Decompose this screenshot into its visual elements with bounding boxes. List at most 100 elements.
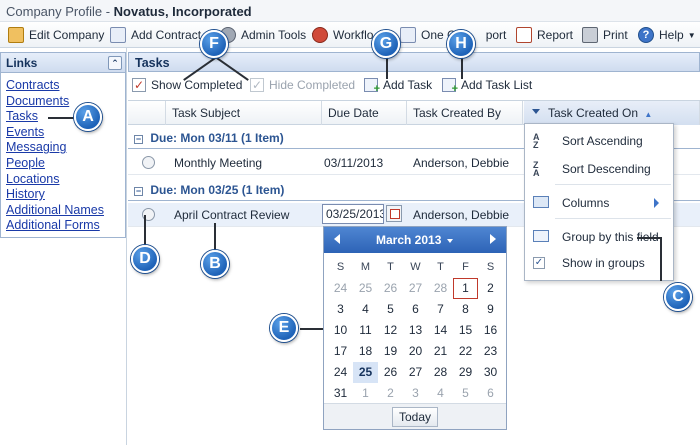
weekday-header: S	[336, 261, 345, 273]
calendar-day[interactable]: 5	[378, 299, 403, 320]
calendar-day[interactable]: 31	[328, 383, 353, 404]
window-title-prefix: Company Profile -	[6, 4, 114, 19]
menu-item-columns[interactable]: Columns	[525, 190, 673, 216]
help-label: Help	[659, 28, 684, 42]
link-history[interactable]: History	[6, 187, 120, 203]
month-selector[interactable]: March 2013	[376, 233, 454, 247]
previous-month-icon[interactable]	[334, 234, 340, 244]
report-button[interactable]: Report	[510, 24, 579, 46]
calendar-day[interactable]: 28	[428, 278, 453, 299]
link-events[interactable]: Events	[6, 125, 120, 141]
task-subject-cell: Monthly Meeting	[174, 156, 263, 170]
calendar-day[interactable]: 22	[453, 341, 478, 362]
calendar-day[interactable]: 1	[353, 383, 378, 404]
add-task-label: Add Task	[383, 78, 433, 92]
task-status-icon[interactable]	[142, 156, 155, 169]
calendar-day[interactable]: 4	[428, 383, 453, 404]
today-button[interactable]: Today	[392, 407, 438, 427]
calendar-day[interactable]: 2	[378, 383, 403, 404]
link-locations[interactable]: Locations	[6, 172, 120, 188]
calendar-day[interactable]: 1	[453, 278, 478, 299]
calendar-day[interactable]: 26	[378, 278, 403, 299]
calendar-day[interactable]: 5	[453, 383, 478, 404]
column-header-due-date[interactable]: Due Date	[322, 101, 407, 125]
callout-line	[214, 223, 216, 251]
calendar-day[interactable]: 10	[328, 320, 353, 341]
panel-divider[interactable]	[126, 48, 127, 445]
add-task-button[interactable]: Add Task	[364, 78, 433, 95]
column-header-created-by[interactable]: Task Created By	[407, 101, 523, 125]
month-label: March 2013	[376, 233, 442, 247]
calendar-day[interactable]: 12	[378, 320, 403, 341]
next-month-icon[interactable]	[490, 234, 496, 244]
calendar-day[interactable]: 15	[453, 320, 478, 341]
calendar-day[interactable]: 2	[478, 278, 503, 299]
add-contract-button[interactable]: Add Contract	[104, 24, 207, 46]
calendar-day[interactable]: 25	[353, 278, 378, 299]
workflow-button[interactable]: Workflo	[306, 24, 379, 46]
calendar-day[interactable]: 9	[478, 299, 503, 320]
tasks-title: Tasks	[135, 56, 170, 70]
link-documents[interactable]: Documents	[6, 94, 120, 110]
add-task-list-button[interactable]: Add Task List	[442, 78, 532, 95]
calendar-day[interactable]: 3	[328, 299, 353, 320]
calendar-day[interactable]: 16	[478, 320, 503, 341]
calendar-day[interactable]: 23	[478, 341, 503, 362]
calendar-day[interactable]: 11	[353, 320, 378, 341]
column-header-subject[interactable]: Task Subject	[166, 101, 322, 125]
calendar-day[interactable]: 25	[353, 362, 378, 383]
callout-a: A	[74, 103, 102, 131]
calendar-day[interactable]: 7	[428, 299, 453, 320]
calendar-day[interactable]: 4	[353, 299, 378, 320]
menu-item-sort-descending[interactable]: ZA Sort Descending	[525, 156, 673, 182]
calendar-day[interactable]: 3	[403, 383, 428, 404]
calendar-day[interactable]: 26	[378, 362, 403, 383]
calendar-day[interactable]: 6	[403, 299, 428, 320]
collapse-icon[interactable]: ⌃	[108, 56, 122, 70]
due-date-input[interactable]: 03/25/2013	[322, 204, 384, 224]
weekday-header: S	[486, 261, 495, 273]
link-contracts[interactable]: Contracts	[6, 78, 120, 94]
calendar-day[interactable]: 24	[328, 278, 353, 299]
created-by-cell: Anderson, Debbie	[413, 208, 510, 222]
column-context-menu: AZ Sort Ascending ZA Sort Descending Col…	[524, 123, 674, 281]
menu-separator	[555, 218, 671, 219]
column-menu-button[interactable]	[529, 102, 543, 120]
calendar-day[interactable]: 14	[428, 320, 453, 341]
calendar-day[interactable]: 27	[403, 362, 428, 383]
calendar-day[interactable]: 29	[453, 362, 478, 383]
calendar-day[interactable]: 28	[428, 362, 453, 383]
column-header-created-on[interactable]: Task Created On ▲	[524, 101, 700, 125]
calendar-day[interactable]: 18	[353, 341, 378, 362]
calendar-day[interactable]: 17	[328, 341, 353, 362]
calendar-day[interactable]: 19	[378, 341, 403, 362]
edit-company-button[interactable]: Edit Company	[2, 24, 110, 46]
calendar-icon[interactable]	[386, 205, 402, 222]
show-completed-button[interactable]: ✓ Show Completed	[132, 78, 242, 92]
calendar-day[interactable]: 27	[403, 278, 428, 299]
calendar-day[interactable]: 24	[328, 362, 353, 383]
links-header: Links ⌃	[1, 53, 125, 73]
calendar-day[interactable]: 30	[478, 362, 503, 383]
link-additional-forms[interactable]: Additional Forms	[6, 218, 120, 234]
calendar-day[interactable]: 13	[403, 320, 428, 341]
calendar-day[interactable]: 6	[478, 383, 503, 404]
collapse-group-icon[interactable]: −	[134, 187, 143, 196]
link-messaging[interactable]: Messaging	[6, 140, 120, 156]
document-icon	[110, 27, 126, 43]
sort-descending-label: Sort Descending	[562, 162, 651, 176]
help-button[interactable]: ? Help ▼	[632, 24, 700, 46]
calendar-day[interactable]: 21	[428, 341, 453, 362]
menu-item-show-in-groups[interactable]: ✓ Show in groups	[525, 250, 673, 276]
links-title: Links	[6, 56, 38, 70]
link-additional-names[interactable]: Additional Names	[6, 203, 120, 219]
hide-completed-button[interactable]: ✓ Hide Completed	[250, 78, 355, 92]
collapse-group-icon[interactable]: −	[134, 135, 143, 144]
calendar-day[interactable]: 8	[453, 299, 478, 320]
calendar-header: March 2013	[324, 227, 506, 253]
grid-header: Task Subject Due Date Task Created By Ta…	[128, 100, 700, 125]
link-people[interactable]: People	[6, 156, 120, 172]
print-button[interactable]: Print	[576, 24, 634, 46]
menu-item-sort-ascending[interactable]: AZ Sort Ascending	[525, 128, 673, 154]
calendar-day[interactable]: 20	[403, 341, 428, 362]
